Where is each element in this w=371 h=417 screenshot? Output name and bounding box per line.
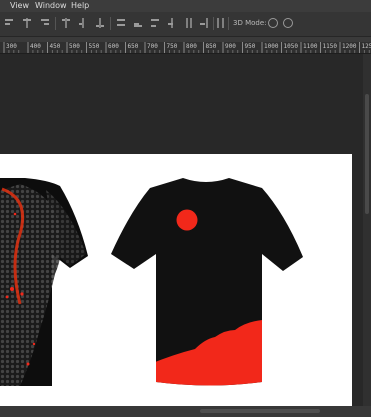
distribute-vcenter-icon[interactable] [133,18,143,28]
distribute-right-icon[interactable] [199,18,209,28]
ruler-label: 850 [205,43,217,50]
tshirt-front [0,178,88,386]
ruler-label: 500 [69,43,80,50]
horizontal-scrollbar[interactable] [0,406,371,417]
distribute-bottom-icon[interactable] [150,18,160,28]
horizontal-ruler: 300 400 450 500 550 600 650 700 750 800 850 900 950 1… [0,42,371,54]
align-middle-icon[interactable] [78,18,88,28]
toolbar-separator [55,17,56,30]
canvas-workspace[interactable] [0,54,363,407]
menu-view[interactable]: View [10,0,29,12]
tshirt-artwork [0,178,303,386]
tshirt-back [111,178,303,386]
3d-pan-icon[interactable] [298,18,308,28]
align-center-icon[interactable] [22,18,32,28]
ruler-label: 900 [225,43,236,50]
ruler-label: 700 [147,43,158,50]
ruler-label: 400 [30,43,41,50]
3d-scale-icon[interactable] [326,18,336,28]
distribute-hcenter-icon[interactable] [184,18,194,28]
ruler-label: 300 [6,43,17,50]
menu-bar: View Window Help [0,0,371,12]
toolbar-separator [228,17,229,30]
menu-help[interactable]: Help [71,0,89,12]
ruler-label: 1000 [264,43,279,50]
align-right-icon[interactable] [40,18,50,28]
align-bottom-icon[interactable] [95,18,105,28]
ruler-label: 450 [49,43,61,50]
align-left-icon[interactable] [4,18,14,28]
3d-roll-icon[interactable] [283,18,293,28]
3d-mode-label: 3D Mode: [233,19,267,27]
ruler-label: 650 [127,43,139,50]
ruler-label: 800 [186,43,197,50]
toolbar-separator [110,17,111,30]
align-top-icon[interactable] [61,18,71,28]
scrollbar-thumb[interactable] [365,94,369,214]
ruler-label: 1100 [303,43,318,50]
3d-orbit-icon[interactable] [268,18,278,28]
scrollbar-thumb[interactable] [200,409,320,413]
auto-align-icon[interactable] [216,18,226,28]
ruler-label: 550 [88,43,100,50]
3d-slide-icon[interactable] [312,18,322,28]
vertical-scrollbar[interactable] [363,54,371,406]
ruler-label: 950 [244,43,256,50]
ruler-label: 1250 [361,43,371,50]
options-bar: 3D Mode: [0,12,371,37]
red-sun-circle [176,209,198,231]
distribute-top-icon[interactable] [116,18,126,28]
ruler-label: 1050 [283,43,298,50]
distribute-left-icon[interactable] [167,18,177,28]
toolbar-separator [213,17,214,30]
ruler-label: 1150 [322,43,337,50]
ruler-label: 600 [108,43,119,50]
ruler-label: 750 [166,43,178,50]
document-canvas[interactable] [0,154,352,407]
menu-window[interactable]: Window [35,0,67,12]
ruler-label: 1200 [342,43,357,50]
